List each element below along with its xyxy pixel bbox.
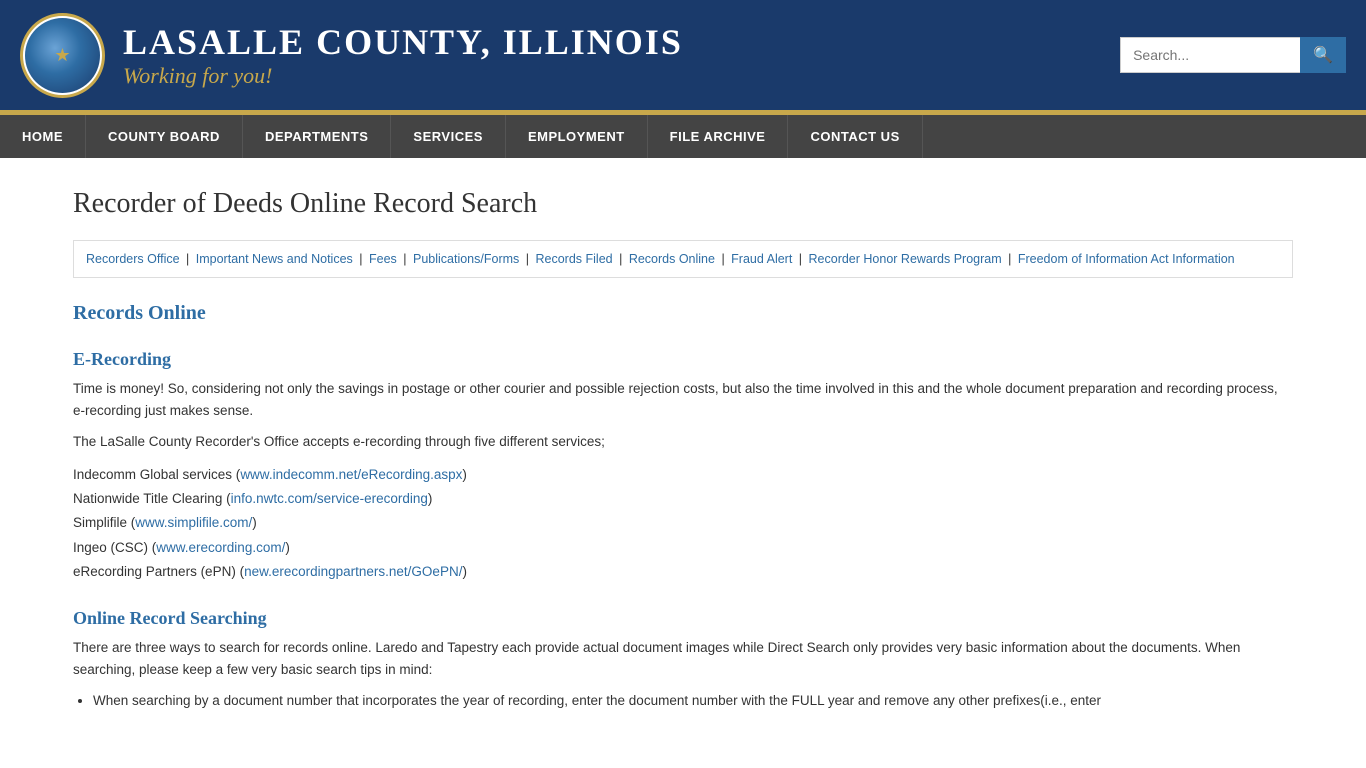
records-online-section: Records Online <box>73 302 1293 325</box>
breadcrumb-important-news[interactable]: Important News and Notices <box>196 252 353 266</box>
nav-departments[interactable]: DEPARTMENTS <box>243 115 391 158</box>
service-indecomm-suffix: ) <box>462 467 467 482</box>
breadcrumb-fraud-alert[interactable]: Fraud Alert <box>731 252 792 266</box>
nav-services[interactable]: SERVICES <box>391 115 506 158</box>
service-ingeo: Ingeo (CSC) (www.erecording.com/) <box>73 536 1293 560</box>
service-ingeo-suffix: ) <box>285 540 290 555</box>
page-title: Recorder of Deeds Online Record Search <box>73 188 1293 220</box>
online-search-bullet: When searching by a document number that… <box>93 690 1293 712</box>
service-simplifile-label: Simplifile ( <box>73 515 135 530</box>
county-tagline: Working for you! <box>123 63 683 89</box>
service-simplifile-link[interactable]: www.simplifile.com/ <box>135 515 252 530</box>
main-nav: HOME COUNTY BOARD DEPARTMENTS SERVICES E… <box>0 115 1366 158</box>
breadcrumb-records-online[interactable]: Records Online <box>629 252 715 266</box>
service-ingeo-label: Ingeo (CSC) ( <box>73 540 156 555</box>
search-area: 🔍 <box>1120 37 1346 73</box>
online-search-para1: There are three ways to search for recor… <box>73 637 1293 680</box>
search-input[interactable] <box>1120 37 1300 73</box>
service-nationwide-link[interactable]: info.nwtc.com/service-erecording <box>231 491 428 506</box>
county-name: LASALLE COUNTY, ILLINOIS <box>123 21 683 63</box>
nav-employment[interactable]: EMPLOYMENT <box>506 115 648 158</box>
service-indecomm-label: Indecomm Global services ( <box>73 467 240 482</box>
breadcrumb-bar: Recorders Office | Important News and No… <box>73 240 1293 278</box>
records-online-heading: Records Online <box>73 302 1293 325</box>
erecording-heading: E-Recording <box>73 349 1293 370</box>
service-nationwide: Nationwide Title Clearing (info.nwtc.com… <box>73 487 1293 511</box>
service-simplifile-suffix: ) <box>252 515 257 530</box>
breadcrumb-fees[interactable]: Fees <box>369 252 397 266</box>
breadcrumb-foia[interactable]: Freedom of Information Act Information <box>1018 252 1235 266</box>
search-button[interactable]: 🔍 <box>1300 37 1346 73</box>
online-search-heading: Online Record Searching <box>73 608 1293 629</box>
service-indecomm: Indecomm Global services (www.indecomm.n… <box>73 463 1293 487</box>
service-epn: eRecording Partners (ePN) (new.erecordin… <box>73 560 1293 584</box>
header-title-block: LASALLE COUNTY, ILLINOIS Working for you… <box>123 21 683 89</box>
service-indecomm-link[interactable]: www.indecomm.net/eRecording.aspx <box>240 467 462 482</box>
logo-emblem <box>25 18 100 93</box>
service-nationwide-suffix: ) <box>428 491 433 506</box>
service-list: Indecomm Global services (www.indecomm.n… <box>73 463 1293 584</box>
service-nationwide-label: Nationwide Title Clearing ( <box>73 491 231 506</box>
service-epn-link[interactable]: new.erecordingpartners.net/GOePN/ <box>244 564 462 579</box>
breadcrumb-recorders-office[interactable]: Recorders Office <box>86 252 180 266</box>
service-ingeo-link[interactable]: www.erecording.com/ <box>156 540 285 555</box>
breadcrumb-honor-rewards[interactable]: Recorder Honor Rewards Program <box>809 252 1002 266</box>
county-logo <box>20 13 105 98</box>
erecording-para1: Time is money! So, considering not only … <box>73 378 1293 421</box>
breadcrumb-publications-forms[interactable]: Publications/Forms <box>413 252 519 266</box>
nav-file-archive[interactable]: FILE ARCHIVE <box>648 115 789 158</box>
nav-county-board[interactable]: COUNTY BOARD <box>86 115 243 158</box>
breadcrumb-records-filed[interactable]: Records Filed <box>535 252 612 266</box>
service-simplifile: Simplifile (www.simplifile.com/) <box>73 511 1293 535</box>
main-content: Recorder of Deeds Online Record Search R… <box>53 158 1313 752</box>
header-branding: LASALLE COUNTY, ILLINOIS Working for you… <box>20 13 683 98</box>
service-epn-label: eRecording Partners (ePN) ( <box>73 564 244 579</box>
site-header: LASALLE COUNTY, ILLINOIS Working for you… <box>0 0 1366 110</box>
service-epn-suffix: ) <box>462 564 467 579</box>
erecording-para2: The LaSalle County Recorder's Office acc… <box>73 431 1293 453</box>
nav-contact-us[interactable]: CONTACT US <box>788 115 922 158</box>
nav-home[interactable]: HOME <box>0 115 86 158</box>
